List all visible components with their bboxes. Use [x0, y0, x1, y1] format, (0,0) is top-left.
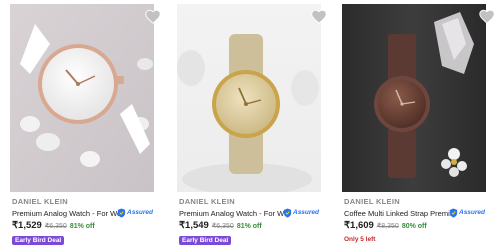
- shield-icon: [283, 208, 292, 217]
- assured-badge: Assured: [283, 207, 319, 218]
- product-brand: DANIEL KLEIN: [179, 197, 235, 206]
- price-row: ₹1,609 ₹8,350 80% off: [344, 220, 427, 231]
- original-price: ₹6,350: [211, 223, 234, 230]
- stock-left-label: Only 5 left: [344, 236, 376, 243]
- wishlist-heart-icon[interactable]: [310, 8, 328, 24]
- assured-label: Assured: [127, 209, 154, 216]
- product-title[interactable]: Premium Analog Watch - For Wo...: [12, 209, 122, 218]
- shield-icon: [449, 208, 458, 217]
- selling-price: ₹1,549: [179, 220, 209, 231]
- assured-badge: Assured: [117, 207, 153, 218]
- product-brand: DANIEL KLEIN: [12, 197, 68, 206]
- product-title[interactable]: Premium Analog Watch - For Wo...: [179, 209, 289, 218]
- product-brand: DANIEL KLEIN: [344, 197, 400, 206]
- discount-label: 80% off: [401, 223, 427, 230]
- original-price: ₹8,350: [376, 223, 399, 230]
- product-image[interactable]: [177, 4, 321, 192]
- product-image[interactable]: [10, 4, 154, 192]
- original-price: ₹6,350: [44, 223, 67, 230]
- product-card[interactable]: DANIEL KLEIN Premium Analog Watch - For …: [10, 0, 170, 251]
- price-row: ₹1,529 ₹6,350 81% off: [12, 220, 95, 231]
- selling-price: ₹1,609: [344, 220, 374, 231]
- wishlist-heart-icon[interactable]: [144, 8, 162, 24]
- wishlist-heart-icon[interactable]: [478, 8, 496, 24]
- assured-label: Assured: [293, 209, 320, 216]
- shield-icon: [117, 208, 126, 217]
- deal-badge: Early Bird Deal: [179, 236, 232, 245]
- product-image[interactable]: [342, 4, 486, 192]
- discount-label: 81% off: [236, 223, 262, 230]
- discount-label: 81% off: [69, 223, 95, 230]
- product-card[interactable]: DANIEL KLEIN Premium Analog Watch - For …: [177, 0, 337, 251]
- assured-label: Assured: [459, 209, 486, 216]
- price-row: ₹1,549 ₹6,350 81% off: [179, 220, 262, 231]
- assured-badge: Assured: [449, 207, 485, 218]
- product-title[interactable]: Coffee Multi Linked Strap Premi...: [344, 209, 454, 218]
- product-card[interactable]: DANIEL KLEIN Coffee Multi Linked Strap P…: [342, 0, 500, 251]
- deal-badge: Early Bird Deal: [12, 236, 65, 245]
- selling-price: ₹1,529: [12, 220, 42, 231]
